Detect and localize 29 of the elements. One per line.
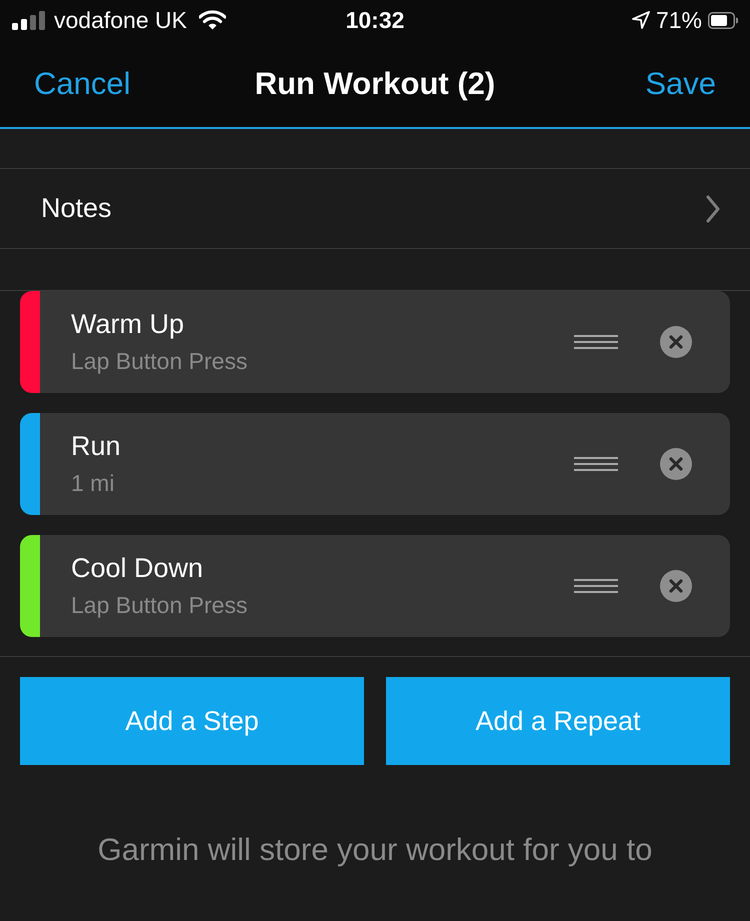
cancel-button[interactable]: Cancel <box>34 68 130 99</box>
wifi-icon <box>198 10 226 30</box>
delete-icon[interactable] <box>660 326 692 358</box>
screen-title: Run Workout (2) <box>254 68 496 99</box>
drag-handle-icon[interactable] <box>574 457 618 471</box>
step-detail: 1 mi <box>71 472 116 495</box>
step-card[interactable]: Run 1 mi <box>20 413 730 515</box>
step-detail: Lap Button Press <box>71 594 248 617</box>
signal-icon <box>12 10 46 30</box>
battery-percentage: 71% <box>656 8 702 32</box>
carrier-name: vodafone UK <box>54 8 187 32</box>
save-button[interactable]: Save <box>645 68 716 99</box>
step-title: Warm Up <box>71 311 185 338</box>
drag-handle-icon[interactable] <box>574 579 618 593</box>
step-title: Run <box>71 433 122 460</box>
delete-icon[interactable] <box>660 448 692 480</box>
battery-icon <box>708 12 738 28</box>
chevron-right-icon <box>706 194 720 222</box>
notes-row[interactable]: Notes <box>0 168 750 249</box>
step-title: Cool Down <box>71 555 204 582</box>
step-card[interactable]: Cool Down Lap Button Press <box>20 535 730 637</box>
location-arrow-icon <box>632 11 650 29</box>
notes-label: Notes <box>41 195 112 222</box>
step-detail: Lap Button Press <box>71 350 248 373</box>
clock-time: 10:32 <box>346 8 404 32</box>
drag-handle-icon[interactable] <box>574 335 618 349</box>
delete-icon[interactable] <box>660 570 692 602</box>
step-card[interactable]: Warm Up Lap Button Press <box>20 291 730 393</box>
info-text: Garmin will store your workout for you to <box>96 831 654 869</box>
